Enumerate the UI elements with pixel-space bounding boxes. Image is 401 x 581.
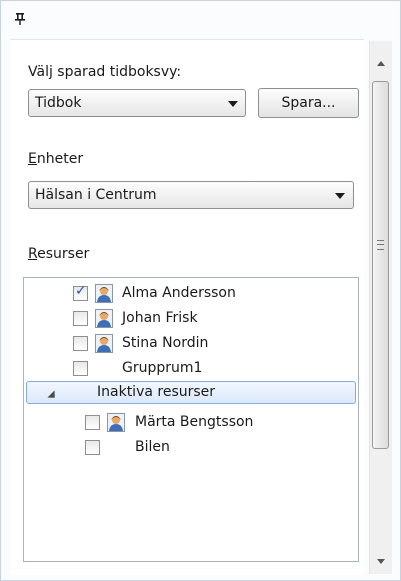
chevron-down-icon <box>228 101 238 107</box>
timebook-panel: Välj sparad tidboksvy: Tidbok Spara... E… <box>0 0 401 581</box>
units-value: Hälsan i Centrum <box>35 187 157 203</box>
checkmark-icon: ✓ <box>75 283 87 299</box>
grip-icon <box>377 240 384 250</box>
resource-checkbox[interactable] <box>73 361 88 376</box>
units-select[interactable]: Hälsan i Centrum <box>28 181 354 209</box>
resources-tree[interactable]: ✓ Alma Andersson Johan Frisk Stina Nordi… <box>23 277 359 562</box>
pin-icon[interactable] <box>13 12 27 26</box>
group-label: Inaktiva resurser <box>97 384 216 400</box>
scroll-up-arrow-icon[interactable] <box>377 61 385 66</box>
person-icon <box>95 309 113 328</box>
resource-checkbox[interactable]: ✓ <box>73 283 88 301</box>
person-icon <box>95 284 113 303</box>
inactive-resources-group[interactable]: Inaktiva resurser <box>26 381 356 404</box>
resource-name: Johan Frisk <box>122 310 198 326</box>
resource-name: Stina Nordin <box>122 335 209 351</box>
resources-label: Resurser <box>28 246 90 262</box>
resource-name: Alma Andersson <box>122 285 236 301</box>
tree-row[interactable]: Bilen <box>24 437 358 459</box>
scroll-down-arrow-icon[interactable] <box>377 559 385 564</box>
units-label: Enheter <box>28 151 84 167</box>
scrollbar-thumb[interactable] <box>372 81 389 449</box>
tree-row[interactable]: Johan Frisk <box>24 308 358 330</box>
resource-name: Bilen <box>135 439 170 455</box>
person-icon <box>107 413 125 432</box>
tree-row[interactable]: Märta Bengtsson <box>24 412 358 434</box>
tree-row[interactable]: Grupprum1 <box>24 358 358 380</box>
person-icon <box>95 334 113 353</box>
resource-name: Grupprum1 <box>122 360 203 376</box>
expand-triangle-icon[interactable] <box>47 390 55 398</box>
chevron-down-icon <box>335 193 345 199</box>
tree-row[interactable]: Stina Nordin <box>24 333 358 355</box>
saved-view-value: Tidbok <box>35 95 82 111</box>
save-view-button[interactable]: Spara... <box>258 88 359 118</box>
resource-checkbox[interactable] <box>73 336 88 351</box>
tree-row[interactable]: ✓ Alma Andersson <box>24 283 358 305</box>
vertical-scrollbar[interactable] <box>369 41 392 574</box>
saved-view-label: Välj sparad tidboksvy: <box>28 64 182 80</box>
resource-name: Märta Bengtsson <box>135 414 254 430</box>
saved-view-select[interactable]: Tidbok <box>28 89 246 117</box>
resource-checkbox[interactable] <box>85 440 100 455</box>
resource-checkbox[interactable] <box>73 311 88 326</box>
resource-checkbox[interactable] <box>85 415 100 430</box>
